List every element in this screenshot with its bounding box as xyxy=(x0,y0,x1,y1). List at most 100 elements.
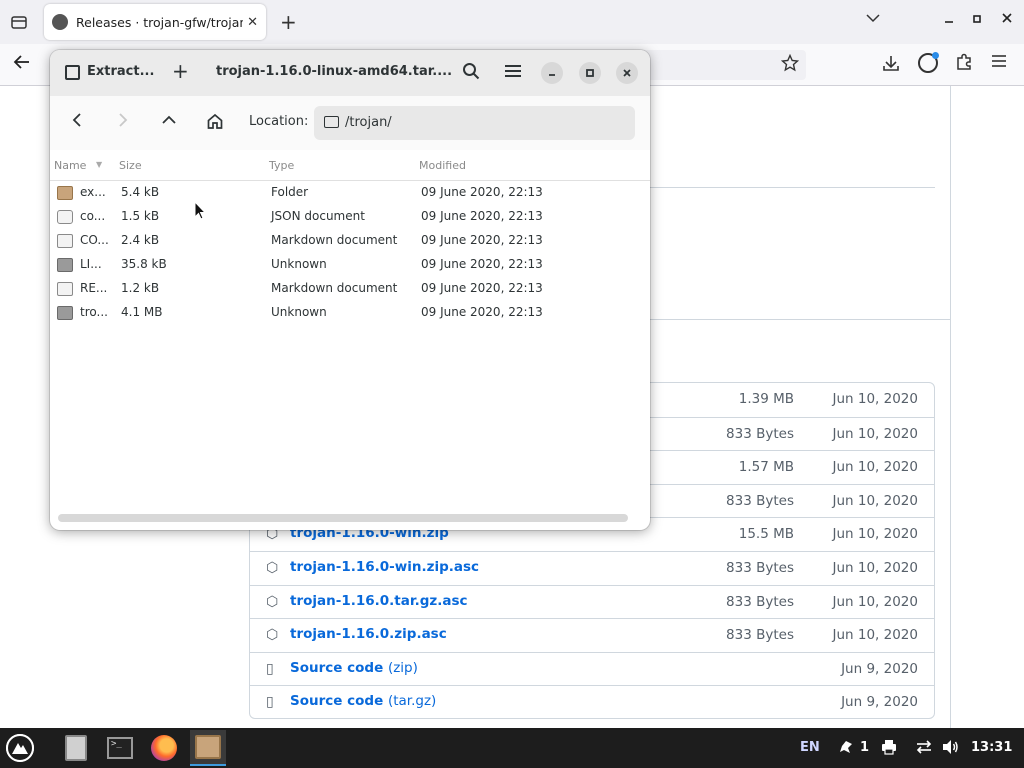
file-modified: 09 June 2020, 22:13 xyxy=(421,209,543,223)
file-size: 35.8 kB xyxy=(121,257,167,271)
asset-link[interactable]: Source code (tar.gz) xyxy=(290,693,436,709)
add-files-button[interactable]: + xyxy=(172,59,189,83)
menu-icon[interactable] xyxy=(505,62,521,80)
file-name: co... xyxy=(80,209,106,223)
new-tab-button[interactable]: + xyxy=(280,10,297,34)
taskbar-archive-manager[interactable] xyxy=(190,730,226,766)
close-tab-icon[interactable]: ✕ xyxy=(247,15,258,30)
file-row[interactable]: co... 1.5 kB JSON document 09 June 2020, 22… xyxy=(50,205,650,229)
asset-row[interactable]: ⬡ trojan-1.16.0.zip.asc 833 Bytes Jun 10, 2… xyxy=(250,618,934,651)
file-list-header: Name ▼ Size Type Modified xyxy=(50,150,650,181)
network-icon[interactable] xyxy=(915,739,933,759)
section-divider xyxy=(650,319,950,320)
printer-icon[interactable] xyxy=(881,739,897,759)
keyboard-language[interactable]: EN xyxy=(800,740,820,755)
column-size[interactable]: Size xyxy=(119,159,142,172)
close-window-icon[interactable] xyxy=(1002,12,1012,27)
download-icon[interactable] xyxy=(882,54,900,76)
home-icon[interactable] xyxy=(206,112,224,130)
file-name: ex... xyxy=(80,185,106,199)
json-file-icon xyxy=(57,210,73,224)
asset-size: 833 Bytes xyxy=(726,560,794,576)
column-name[interactable]: Name xyxy=(54,159,86,172)
file-type: JSON document xyxy=(271,209,365,223)
location-field[interactable]: /trojan/ xyxy=(314,106,635,140)
search-icon[interactable] xyxy=(462,62,480,80)
file-row[interactable]: tro... 4.1 MB Unknown 09 June 2020, 22:13 xyxy=(50,301,650,325)
package-icon: ⬡ xyxy=(266,627,279,644)
file-row[interactable]: LI... 35.8 kB Unknown 09 June 2020, 22:13 xyxy=(50,253,650,277)
package-icon: ⬡ xyxy=(266,593,279,610)
asset-size: 833 Bytes xyxy=(726,425,794,442)
file-type: Markdown document xyxy=(271,281,398,295)
maximize-icon[interactable] xyxy=(579,62,601,84)
notification-icon[interactable] xyxy=(838,739,854,759)
file-modified: 09 June 2020, 22:13 xyxy=(421,185,543,199)
asset-date: Jun 10, 2020 xyxy=(832,593,918,610)
github-icon xyxy=(52,14,68,30)
file-size: 4.1 MB xyxy=(121,305,163,319)
file-type: Unknown xyxy=(271,305,327,319)
asset-size: 1.57 MB xyxy=(738,459,794,476)
file-size: 5.4 kB xyxy=(121,185,160,199)
taskbar-firefox[interactable] xyxy=(146,730,182,766)
file-name: RE... xyxy=(80,281,108,295)
asset-date: Jun 9, 2020 xyxy=(841,694,918,711)
firefox-icon xyxy=(151,735,177,761)
file-row[interactable]: CO... 2.4 kB Markdown document 09 June 2020… xyxy=(50,229,650,253)
asset-size: 833 Bytes xyxy=(726,593,794,610)
asset-link[interactable]: trojan-1.16.0.tar.gz.asc xyxy=(290,593,468,609)
minimize-icon[interactable] xyxy=(541,62,563,84)
asset-link[interactable]: Source code (zip) xyxy=(290,660,418,676)
extract-icon[interactable] xyxy=(65,65,80,80)
extract-button[interactable]: Extract... xyxy=(87,64,154,79)
volume-icon[interactable] xyxy=(942,739,960,759)
asset-row[interactable]: ▯ Source code (tar.gz) Jun 9, 2020 xyxy=(250,685,934,718)
asset-name: trojan-1.16.0-win.zip.asc xyxy=(290,559,480,575)
close-icon[interactable] xyxy=(616,62,638,84)
hamburger-menu-icon[interactable] xyxy=(991,52,1007,73)
asset-name: trojan-1.16.0.tar.gz.asc xyxy=(290,592,468,609)
browser-tab-releases[interactable]: Releases · trojan-gfw/trojan ✕ xyxy=(44,4,266,40)
file-size: 2.4 kB xyxy=(121,233,160,247)
file-name: CO... xyxy=(80,233,109,247)
file-modified: 09 June 2020, 22:13 xyxy=(421,281,543,295)
sort-descending-icon: ▼ xyxy=(96,160,103,169)
list-all-tabs-icon[interactable] xyxy=(8,12,30,32)
asset-row[interactable]: ▯ Source code (zip) Jun 9, 2020 xyxy=(250,651,934,685)
asset-size: 833 Bytes xyxy=(726,492,794,509)
asset-link[interactable]: trojan-1.16.0-win.zip.asc xyxy=(290,559,479,575)
back-arrow-icon[interactable] xyxy=(13,54,31,75)
minimize-window-icon[interactable] xyxy=(944,12,954,27)
asset-date: Jun 10, 2020 xyxy=(832,526,918,543)
chevron-down-icon[interactable] xyxy=(866,12,880,27)
back-icon[interactable] xyxy=(72,112,82,132)
taskbar-terminal[interactable]: >_ xyxy=(102,730,138,766)
start-menu-button[interactable] xyxy=(6,734,34,762)
file-size: 1.5 kB xyxy=(121,209,160,223)
horizontal-scrollbar[interactable] xyxy=(58,514,628,522)
asset-date: Jun 10, 2020 xyxy=(832,459,918,476)
asset-date: Jun 10, 2020 xyxy=(832,492,918,509)
clock[interactable]: 13:31 xyxy=(971,740,1012,755)
asset-size: 15.5 MB xyxy=(738,526,794,543)
maximize-window-icon[interactable] xyxy=(973,15,981,26)
location-label: Location: xyxy=(249,114,309,129)
parent-folder-icon[interactable] xyxy=(161,112,177,132)
file-zip-icon: ▯ xyxy=(266,660,274,677)
asset-link[interactable]: trojan-1.16.0.zip.asc xyxy=(290,626,447,642)
file-row[interactable]: ex... 5.4 kB Folder 09 June 2020, 22:13 xyxy=(50,181,650,205)
asset-row[interactable]: ⬡ trojan-1.16.0-win.zip.asc 833 Bytes Jun 1… xyxy=(250,551,934,584)
binary-file-icon xyxy=(57,306,73,320)
archive-box-icon xyxy=(195,735,221,759)
taskbar-file-manager[interactable] xyxy=(58,730,94,766)
file-row[interactable]: RE... 1.2 kB Markdown document 09 June 2020… xyxy=(50,277,650,301)
column-type[interactable]: Type xyxy=(269,159,294,172)
column-modified[interactable]: Modified xyxy=(419,159,466,172)
asset-suffix: (zip) xyxy=(387,659,418,676)
forward-icon[interactable] xyxy=(118,112,128,132)
extensions-puzzle-icon[interactable] xyxy=(955,53,973,76)
asset-name: Source code xyxy=(290,659,384,676)
asset-row[interactable]: ⬡ trojan-1.16.0.tar.gz.asc 833 Bytes Jun 10… xyxy=(250,584,934,618)
bookmark-star-icon[interactable] xyxy=(780,53,800,77)
